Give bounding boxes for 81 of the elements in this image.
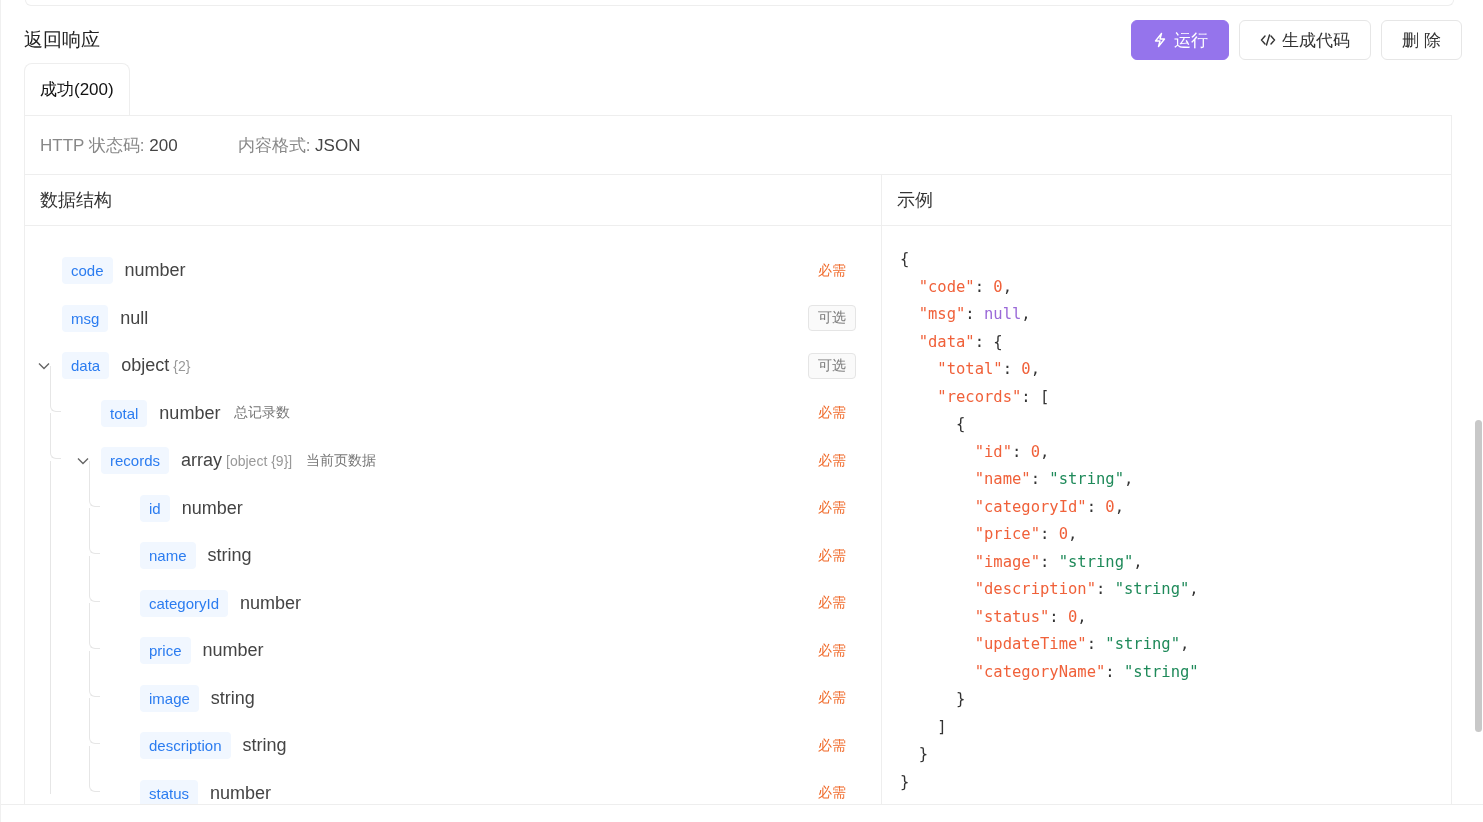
- code-line: "data": {: [917, 331, 1004, 353]
- run-button[interactable]: 运行: [1131, 20, 1230, 60]
- field-name: msg: [62, 304, 109, 332]
- field-name: name: [140, 542, 196, 570]
- code-line: "name": "string",: [973, 469, 1135, 490]
- field-type: object: [121, 355, 170, 377]
- tree-line: [89, 745, 100, 792]
- field-name: categoryId: [140, 589, 229, 617]
- required-label: 必需: [817, 261, 847, 280]
- field-type: number: [124, 260, 186, 282]
- tree-line: [50, 365, 61, 412]
- required-label: 必需: [817, 404, 847, 423]
- section-title: 返回响应: [24, 28, 100, 52]
- field-name: id: [140, 494, 170, 522]
- field-name: price: [140, 637, 191, 665]
- delete-button[interactable]: 删 除: [1381, 20, 1462, 60]
- code-line: "price": 0,: [973, 524, 1079, 545]
- field-name: records: [101, 447, 170, 475]
- required-label: 必需: [817, 499, 847, 518]
- field-description: 总记录数: [234, 404, 291, 423]
- field-type: number: [210, 782, 272, 804]
- code-line: }: [955, 689, 967, 710]
- field-type: null: [120, 307, 149, 329]
- code-line: "code": 0,: [917, 276, 1014, 298]
- field-type: number: [240, 592, 302, 614]
- caret-icon[interactable]: [77, 456, 89, 465]
- field-type: number: [159, 402, 221, 424]
- scrollbar[interactable]: [1475, 420, 1482, 732]
- code-line: "updateTime": "string",: [973, 634, 1191, 655]
- optional-badge: 可选: [808, 352, 856, 379]
- meta-info: 内容格式: JSON: [237, 134, 361, 157]
- meta-info: HTTP 状态码: 200: [40, 134, 178, 157]
- code-line: }: [900, 771, 911, 793]
- caret-icon[interactable]: [38, 361, 50, 370]
- field-name: total: [101, 399, 148, 427]
- code-line: "records": [: [936, 386, 1051, 408]
- required-label: 必需: [817, 689, 847, 708]
- column-title: 数据结构: [40, 189, 112, 212]
- tree-line: [89, 555, 100, 602]
- field-type: number: [202, 640, 264, 662]
- tree-line: [89, 698, 100, 744]
- field-type: number: [181, 497, 243, 519]
- field-type: string: [207, 545, 252, 567]
- field-name: description: [140, 732, 231, 760]
- code-line: "msg": null,: [917, 304, 1032, 325]
- generate-code-button[interactable]: 生成代码: [1239, 20, 1372, 60]
- code-line: "image": "string",: [973, 551, 1144, 573]
- field-name: status: [140, 779, 199, 807]
- code-icon: [1260, 32, 1277, 48]
- required-label: 必需: [817, 641, 847, 660]
- code-line: {: [955, 414, 967, 435]
- code-line: "status": 0,: [973, 606, 1088, 628]
- field-name: code: [62, 257, 113, 285]
- code-line: "description": "string",: [973, 579, 1200, 600]
- required-label: 必需: [817, 546, 847, 565]
- tree-line: [89, 603, 100, 649]
- tree-line: [89, 508, 100, 554]
- field-type: array: [181, 450, 223, 472]
- field-name: data: [62, 352, 110, 380]
- code-line: ]: [936, 716, 948, 738]
- required-label: 必需: [817, 784, 847, 803]
- field-type: string: [242, 735, 287, 757]
- code-line: "total": 0,: [936, 359, 1042, 380]
- optional-badge: 可选: [808, 305, 856, 332]
- code-line: "id": 0,: [973, 441, 1051, 463]
- column-title: 示例: [897, 189, 933, 212]
- code-line: "categoryId": 0,: [973, 496, 1125, 518]
- code-line: {: [900, 249, 911, 270]
- required-label: 必需: [817, 451, 847, 470]
- type-detail: [object {9}]: [226, 452, 293, 469]
- field-description: 当前页数据: [306, 451, 377, 470]
- type-detail: {2}: [173, 357, 191, 374]
- field-name: image: [140, 684, 199, 712]
- code-line: }: [917, 744, 929, 765]
- required-label: 必需: [817, 594, 847, 613]
- field-type: string: [210, 687, 255, 709]
- response-tab[interactable]: 成功(200): [24, 63, 130, 115]
- tree-line: [89, 460, 100, 507]
- tree-line: [89, 650, 100, 697]
- required-label: 必需: [817, 736, 847, 755]
- code-line: "categoryName": "string": [973, 661, 1200, 683]
